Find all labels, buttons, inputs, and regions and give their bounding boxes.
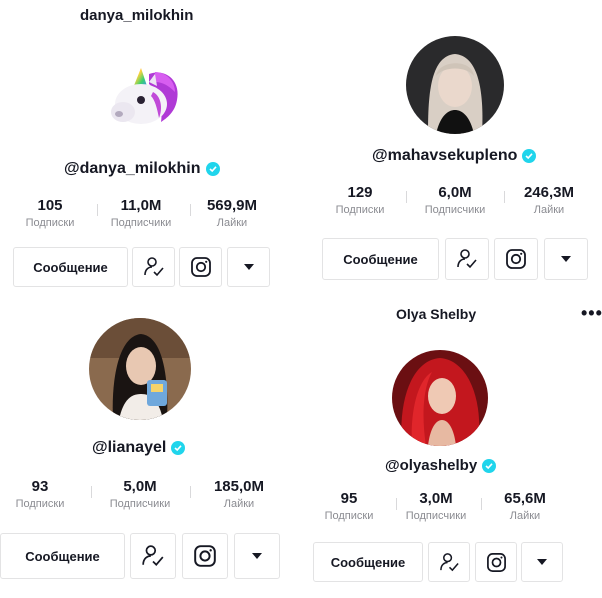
profile-avatar[interactable] [392,350,488,446]
stat-likes[interactable]: 246,3M Лайки [509,184,589,216]
instagram-button[interactable] [475,542,517,582]
stat-divider [97,204,98,216]
follow-status-button[interactable] [132,247,175,287]
follow-status-button[interactable] [428,542,470,582]
stat-divider [190,204,191,216]
profile-top-username: Olya Shelby [396,306,477,322]
profile-avatar[interactable] [406,36,504,134]
stat-divider [91,486,92,498]
stat-following[interactable]: 93 Подписки [0,478,80,510]
profile-panel-mahavsekupleno: @mahavsekupleno 129 Подписки 6,0M Подпис… [300,0,602,300]
instagram-icon [190,257,211,277]
message-button[interactable]: Сообщение [313,542,423,582]
stat-followers[interactable]: 11,0M Подписчики [101,197,181,229]
profile-handle: @danya_milokhin [64,160,220,178]
verified-badge-icon [522,149,537,163]
profile-panel-olyashelby: Olya Shelby ••• @olyashelby 95 Подписки … [300,300,602,598]
instagram-icon [506,249,526,269]
verified-badge-icon [171,441,186,455]
instagram-button[interactable] [494,238,538,280]
chevron-down-icon [252,553,262,559]
stat-following[interactable]: 95 Подписки [309,490,389,522]
user-check-icon [439,552,459,571]
chevron-down-icon [537,559,547,565]
instagram-icon [486,552,506,572]
profile-handle: @mahavsekupleno [372,147,537,165]
verified-badge-icon [482,458,497,473]
chevron-down-icon [561,256,571,262]
profile-avatar[interactable] [89,318,191,420]
follow-status-button[interactable] [130,533,176,579]
more-options-button[interactable] [227,247,270,287]
stat-divider [190,486,191,498]
user-check-icon [143,257,164,277]
user-check-icon [457,249,477,269]
instagram-icon [194,545,216,567]
message-button[interactable]: Сообщение [322,238,439,280]
stat-likes[interactable]: 185,0M Лайки [199,478,279,510]
instagram-button[interactable] [179,247,222,287]
stat-followers[interactable]: 3,0M Подписчики [396,490,476,522]
profile-panel-lianayel: @lianayel 93 Подписки 5,0M Подписчики 18… [0,300,300,598]
stat-followers[interactable]: 6,0M Подписчики [415,184,495,216]
stat-following[interactable]: 105 Подписки [10,197,90,229]
unicorn-avatar-icon[interactable] [105,62,185,132]
verified-badge-icon [205,162,220,176]
profile-panel-danya: danya_milokhin @danya_milokhin 105 Подпи… [0,0,300,300]
message-button[interactable]: Сообщение [0,533,125,579]
stat-divider [481,498,482,510]
chevron-down-icon [243,264,254,270]
user-check-icon [142,545,164,567]
message-button[interactable]: Сообщение [13,247,128,287]
stat-divider [504,191,505,203]
profile-handle: @lianayel [92,439,186,457]
stat-divider [406,191,407,203]
more-options-button[interactable] [234,533,280,579]
profile-top-username: danya_milokhin [80,7,194,24]
stat-followers[interactable]: 5,0M Подписчики [100,478,180,510]
more-options-button[interactable] [544,238,588,280]
more-icon[interactable]: ••• [581,303,602,324]
instagram-button[interactable] [182,533,228,579]
stat-likes[interactable]: 569,9M Лайки [192,197,272,229]
more-options-button[interactable] [521,542,563,582]
stat-likes[interactable]: 65,6M Лайки [485,490,565,522]
follow-status-button[interactable] [445,238,489,280]
stat-following[interactable]: 129 Подписки [320,184,400,216]
profile-handle: @olyashelby [385,457,497,474]
